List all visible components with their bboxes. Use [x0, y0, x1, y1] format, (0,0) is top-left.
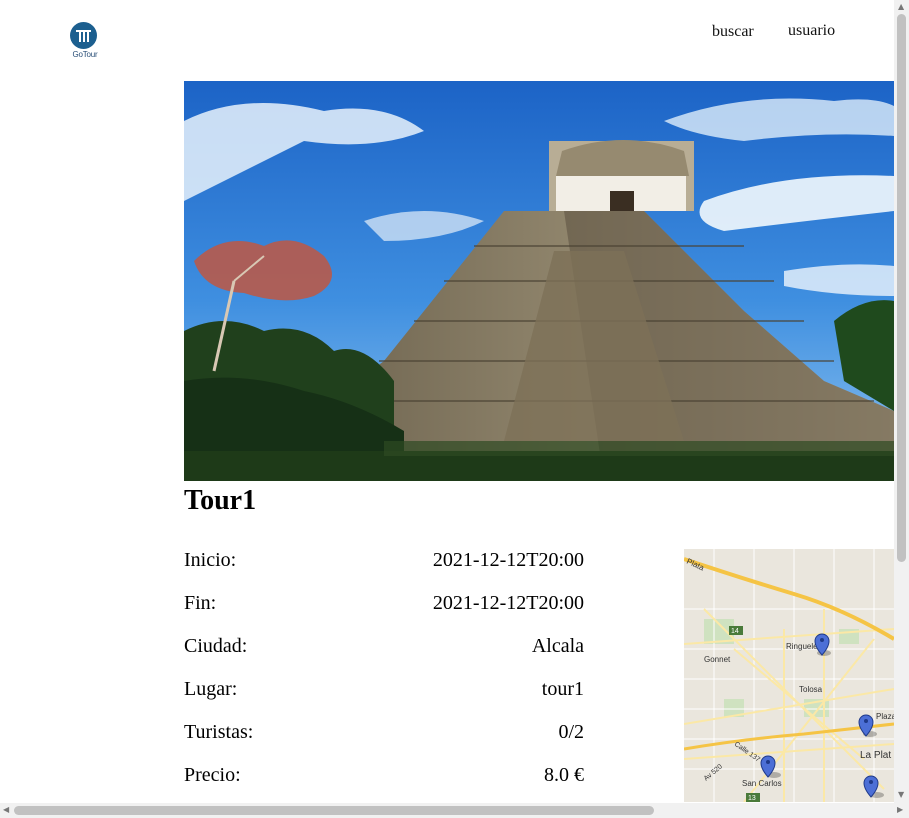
- map-label: Plaza Mo: [876, 712, 894, 721]
- detail-value: 2021-12-12T20:00: [432, 592, 584, 614]
- horizontal-scroll-thumb[interactable]: [14, 806, 654, 815]
- detail-value: 8.0 €: [544, 764, 584, 786]
- detail-row-fin: Fin: 2021-12-12T20:00: [184, 590, 584, 633]
- detail-label: Ciudad:: [184, 635, 248, 657]
- tour-details: Inicio: 2021-12-12T20:00 Fin: 2021-12-12…: [184, 547, 584, 805]
- detail-row-lugar: Lugar: tour1: [184, 676, 584, 719]
- map-label: La Plat: [860, 750, 891, 761]
- tour-map[interactable]: Plata Ringuelet Gonnet Tolosa Plaza Mo L…: [684, 549, 894, 802]
- scroll-left-icon[interactable]: ◀: [3, 805, 9, 814]
- detail-label: Fin:: [184, 592, 217, 614]
- detail-label: Inicio:: [184, 549, 237, 571]
- detail-value: 0/2: [558, 721, 584, 743]
- detail-label: Precio:: [184, 764, 241, 786]
- detail-row-precio: Precio: 8.0 €: [184, 762, 584, 805]
- scroll-down-icon[interactable]: ▼: [898, 790, 904, 799]
- detail-row-inicio: Inicio: 2021-12-12T20:00: [184, 547, 584, 590]
- gotour-logo[interactable]: GoTour: [68, 22, 102, 62]
- vertical-scrollbar[interactable]: ▲ ▼: [894, 0, 909, 803]
- column-icon: [70, 22, 97, 49]
- map-label: Gonnet: [704, 655, 731, 664]
- detail-label: Turistas:: [184, 721, 254, 743]
- map-label: Tolosa: [799, 685, 823, 694]
- route-shield: 13: [748, 795, 756, 802]
- vertical-scroll-thumb[interactable]: [897, 14, 906, 562]
- scroll-right-icon[interactable]: ▶: [897, 805, 903, 814]
- detail-value: tour1: [541, 678, 584, 700]
- map-label: San Carlos: [742, 779, 782, 788]
- scroll-up-icon[interactable]: ▲: [898, 2, 904, 11]
- detail-row-ciudad: Ciudad: Alcala: [184, 633, 584, 676]
- detail-row-turistas: Turistas: 0/2: [184, 719, 584, 762]
- detail-value: Alcala: [531, 635, 584, 657]
- horizontal-scrollbar[interactable]: ◀ ▶: [0, 803, 909, 818]
- nav-usuario-link[interactable]: usuario: [788, 22, 835, 40]
- logo-text: GoTour: [72, 50, 98, 59]
- detail-value: 2021-12-12T20:00: [432, 549, 584, 571]
- detail-label: Lugar:: [184, 678, 238, 700]
- tour-hero-image: [184, 81, 894, 481]
- nav-buscar-link[interactable]: buscar: [712, 23, 754, 41]
- route-shield: 14: [731, 628, 739, 635]
- tour-title: Tour1: [184, 485, 257, 516]
